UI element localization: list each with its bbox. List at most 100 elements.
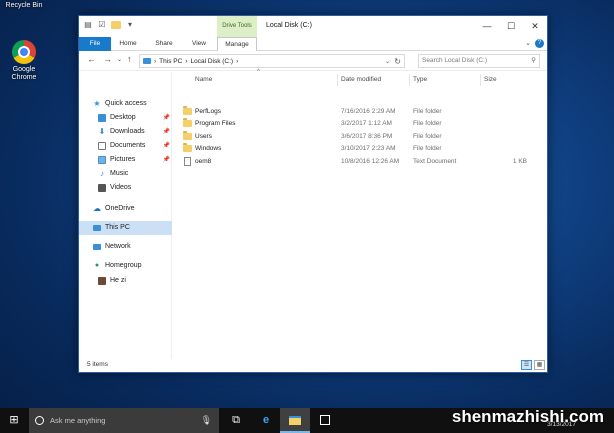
nav-label: Network bbox=[105, 243, 131, 250]
tab-file[interactable]: File bbox=[79, 37, 111, 51]
new-folder-icon[interactable] bbox=[111, 21, 121, 29]
window-title: Local Disk (C:) bbox=[266, 22, 312, 29]
table-row[interactable]: Users 3/6/2017 8:36 PM File folder bbox=[183, 131, 543, 143]
nav-label: Music bbox=[110, 170, 129, 177]
customize-toolbar-icon[interactable]: ▾ bbox=[125, 20, 135, 30]
file-list: ^ Name Date modified Type Size PerfLogs … bbox=[173, 69, 547, 359]
nav-item-videos[interactable]: Videos bbox=[79, 181, 172, 195]
details-view-icon[interactable]: ☰ bbox=[521, 360, 532, 370]
minimize-button[interactable]: — bbox=[475, 16, 499, 37]
file-name: Program Files bbox=[195, 120, 236, 127]
desktop-icon-recycle-bin[interactable]: Recycle Bin bbox=[0, 0, 48, 10]
back-arrow-icon[interactable]: ← bbox=[87, 54, 96, 64]
nav-item-onedrive[interactable]: ☁ OneDrive bbox=[79, 202, 172, 216]
file-type: File folder bbox=[413, 108, 442, 115]
table-row[interactable]: Windows 3/10/2017 2:23 AM File folder bbox=[183, 143, 543, 155]
quick-access-toolbar: ▤ ☑ ▾ bbox=[83, 20, 135, 30]
nav-item-he-zi[interactable]: He zi bbox=[79, 274, 172, 288]
microphone-icon[interactable]: 🎙 bbox=[201, 408, 212, 433]
folder-icon bbox=[183, 118, 195, 130]
nav-item-quick-access[interactable]: ★ Quick access bbox=[79, 97, 172, 111]
recycle-bin-label: Recycle Bin bbox=[5, 2, 43, 9]
column-divider[interactable] bbox=[337, 74, 338, 86]
up-arrow-icon[interactable]: ↑ bbox=[127, 54, 132, 64]
computer-icon bbox=[143, 58, 151, 64]
nav-label: Desktop bbox=[110, 114, 136, 121]
nav-item-pictures[interactable]: Pictures 📌 bbox=[79, 153, 172, 167]
navigation-bar: ← → ⌄ ↑ › This PC › Local Disk (C:) › ⌄ … bbox=[79, 51, 547, 71]
refresh-icon[interactable]: ↻ bbox=[394, 55, 401, 69]
file-explorer-taskbar-icon[interactable] bbox=[280, 408, 310, 433]
breadcrumb-separator: › bbox=[185, 57, 188, 65]
desktop-icon-google-chrome[interactable]: Google Chrome bbox=[0, 40, 48, 82]
search-icon: ⚲ bbox=[531, 57, 536, 64]
nav-label: He zi bbox=[110, 277, 126, 284]
title-bar[interactable]: ▤ ☑ ▾ Drive Tools Local Disk (C:) — ☐ ✕ bbox=[79, 16, 547, 37]
address-dropdown-icon[interactable]: ⌄ bbox=[385, 55, 390, 69]
pin-icon[interactable]: 📌 bbox=[163, 111, 170, 125]
nav-item-homegroup[interactable]: ● Homegroup bbox=[79, 259, 172, 273]
column-header-type[interactable]: Type bbox=[413, 72, 427, 88]
view-switcher: ☰ ▦ bbox=[521, 360, 545, 370]
store-icon[interactable] bbox=[310, 408, 340, 433]
text-file-icon bbox=[183, 156, 195, 168]
table-row[interactable]: PerfLogs 7/16/2016 2:29 AM File folder bbox=[183, 106, 543, 118]
close-button[interactable]: ✕ bbox=[523, 16, 547, 37]
file-type: File folder bbox=[413, 120, 442, 127]
column-divider[interactable] bbox=[409, 74, 410, 86]
help-icon[interactable]: ? bbox=[535, 39, 544, 48]
nav-item-desktop[interactable]: Desktop 📌 bbox=[79, 111, 172, 125]
pin-icon[interactable]: 📌 bbox=[163, 153, 170, 167]
tab-share[interactable]: Share bbox=[151, 37, 177, 51]
edge-browser-icon[interactable]: e bbox=[251, 408, 281, 433]
tab-manage[interactable]: Manage bbox=[217, 37, 257, 51]
table-row[interactable]: Program Files 3/2/2017 1:12 AM File fold… bbox=[183, 118, 543, 130]
item-count: 5 items bbox=[87, 361, 108, 368]
nav-item-network[interactable]: Network bbox=[79, 240, 172, 254]
pin-icon[interactable]: 📌 bbox=[163, 139, 170, 153]
file-date: 7/16/2016 2:29 AM bbox=[341, 108, 396, 115]
drive-tools-tab-group: Drive Tools bbox=[217, 16, 257, 37]
properties-icon[interactable]: ☑ bbox=[97, 20, 107, 30]
task-view-icon[interactable]: ⧉ bbox=[221, 408, 251, 433]
breadcrumb-this-pc[interactable]: This PC bbox=[159, 58, 182, 65]
nav-label: Homegroup bbox=[105, 262, 142, 269]
search-input[interactable]: Search Local Disk (C:) ⚲ bbox=[418, 54, 540, 68]
nav-label: Documents bbox=[110, 142, 146, 149]
nav-item-this-pc[interactable]: This PC bbox=[79, 221, 172, 235]
forward-arrow-icon[interactable]: → bbox=[103, 54, 112, 64]
nav-label: Downloads bbox=[110, 128, 145, 135]
watermark-text: shenmazhishi.com bbox=[451, 407, 604, 426]
nav-item-downloads[interactable]: ⬇ Downloads 📌 bbox=[79, 125, 172, 139]
nav-label: Pictures bbox=[110, 156, 136, 163]
navigation-pane: ★ Quick access Desktop 📌 ⬇ Downloads 📌 D… bbox=[79, 72, 172, 359]
nav-label: This PC bbox=[105, 224, 130, 231]
download-icon: ⬇ bbox=[98, 127, 106, 136]
star-icon: ★ bbox=[93, 99, 101, 108]
pin-icon[interactable]: 📌 bbox=[163, 125, 170, 139]
column-divider[interactable] bbox=[480, 74, 481, 86]
breadcrumb-local-disk[interactable]: Local Disk (C:) bbox=[190, 58, 233, 65]
windows-start-icon[interactable]: ⊞ bbox=[0, 408, 28, 433]
cortana-search-box[interactable]: Ask me anything 🎙 bbox=[29, 408, 219, 433]
explorer-app-icon[interactable]: ▤ bbox=[83, 20, 93, 30]
column-header-name[interactable]: Name bbox=[195, 72, 212, 88]
recent-locations-icon[interactable]: ⌄ bbox=[117, 56, 122, 63]
videos-icon bbox=[98, 184, 106, 192]
maximize-button[interactable]: ☐ bbox=[499, 16, 523, 37]
file-name: oem8 bbox=[195, 158, 212, 165]
file-name: PerfLogs bbox=[195, 108, 222, 115]
tab-view[interactable]: View bbox=[186, 37, 212, 51]
table-row[interactable]: oem8 10/8/2016 12:26 AM Text Document 1 … bbox=[183, 156, 543, 168]
address-bar[interactable]: › This PC › Local Disk (C:) › ⌄ ↻ bbox=[139, 54, 405, 68]
expand-ribbon-icon[interactable]: ⌄ bbox=[525, 39, 531, 47]
large-icons-view-icon[interactable]: ▦ bbox=[534, 360, 545, 370]
nav-item-music[interactable]: ♪ Music bbox=[79, 167, 172, 181]
search-placeholder: Search Local Disk (C:) bbox=[422, 57, 488, 64]
homegroup-icon: ● bbox=[94, 262, 100, 269]
column-header-date-modified[interactable]: Date modified bbox=[341, 72, 381, 88]
column-header-size[interactable]: Size bbox=[484, 72, 497, 88]
tab-home[interactable]: Home bbox=[115, 37, 141, 51]
file-date: 3/6/2017 8:36 PM bbox=[341, 133, 393, 140]
nav-item-documents[interactable]: Documents 📌 bbox=[79, 139, 172, 153]
